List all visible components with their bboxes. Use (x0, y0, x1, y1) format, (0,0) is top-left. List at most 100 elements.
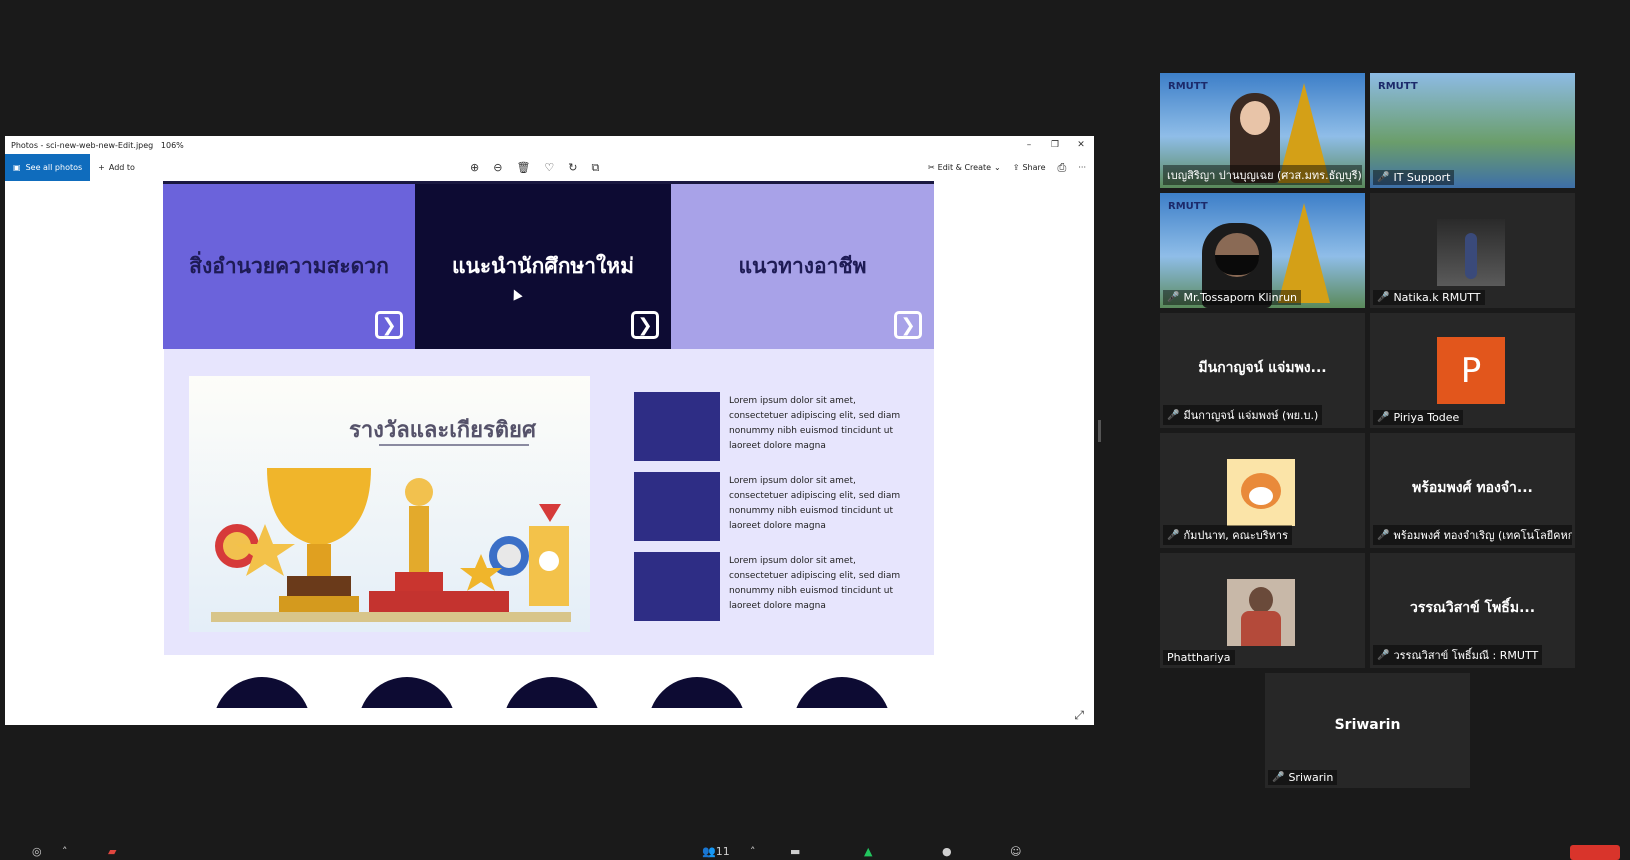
name-text: Phatthariya (1167, 651, 1231, 664)
card-text: Lorem ipsum dolor sit amet, consectetuer… (729, 476, 901, 531)
name-text: พร้อมพงศ์ ทองจำเริญ (เทคโนโลยีคหกรรม... (1393, 529, 1572, 542)
close-button[interactable]: ✕ (1068, 140, 1094, 150)
participant-name: 🎤 Natika.k RMUTT (1373, 290, 1485, 305)
ribbon-top (539, 504, 561, 522)
info-card: Lorem ipsum dolor sit amet, consectetuer… (634, 472, 914, 541)
name-text: กัมปนาท, คณะบริหาร (1183, 529, 1288, 542)
chat-icon[interactable]: ▬ (790, 845, 800, 858)
face-mask (1215, 255, 1259, 275)
name-text: Piriya Todee (1393, 411, 1460, 424)
participant-name: 🎤 มีนกาญจน์ แจ่มพงษ์ (พย.บ.) (1163, 405, 1323, 425)
chevron-right-icon: ❯ (894, 311, 922, 339)
participant-tile[interactable]: 🎤 Natika.k RMUTT (1370, 193, 1575, 308)
restore-button[interactable]: ❐ (1042, 140, 1068, 150)
trophies-illustration (211, 468, 571, 622)
participant-tile[interactable]: Sriwarin 🎤 Sriwarin (1265, 673, 1470, 788)
chevron-up-icon[interactable]: ˄ (62, 845, 68, 858)
photos-app-window: Photos - sci-new-web-new-Edit.jpeg 106% … (5, 136, 1094, 725)
trophy-base (287, 576, 351, 598)
share-icon: ⇪ (1012, 163, 1020, 172)
participant-display-name: มีนกาญจน์ แจ่มพง... (1198, 360, 1327, 376)
info-card: Lorem ipsum dolor sit amet, consectetuer… (634, 552, 914, 621)
share-button[interactable]: ⇪ Share (1013, 163, 1046, 172)
toolbar-right: ✂ Edit & Create ⌄ ⇪ Share ⎙ ··· (928, 154, 1086, 181)
participants-button[interactable]: 👥11 (702, 845, 730, 858)
mic-muted-icon: 🎤 (1377, 172, 1390, 183)
avatar: P (1437, 337, 1505, 404)
fullscreen-expand-icon[interactable]: ⤢ (1074, 708, 1084, 723)
participant-name: 🎤 IT Support (1373, 170, 1455, 185)
edit-create-label: Edit & Create (937, 163, 992, 172)
name-text: เบญสิริญา ปานบุญเฉย (ศวส.มทร.ธัญบุรี) (1167, 169, 1362, 182)
minimize-button[interactable]: – (1016, 140, 1042, 150)
participant-name: เบญสิริญา ปานบุญเฉย (ศวส.มทร.ธัญบุรี) (1163, 165, 1362, 185)
tile-new-students: แนะนำนักศึกษาใหม่ ❯ (415, 184, 671, 349)
mic-muted-icon: 🎤 (1377, 529, 1390, 541)
record-icon[interactable]: ● (942, 845, 952, 858)
card-image-placeholder (634, 472, 720, 541)
add-to-label: Add to (108, 163, 135, 172)
selfie-body (1241, 611, 1281, 646)
participant-tile[interactable]: RMUTT 🎤 IT Support (1370, 73, 1575, 188)
participant-tile[interactable]: P 🎤 Piriya Todee (1370, 313, 1575, 428)
zoom-level: 106% (160, 140, 184, 150)
participant-tile[interactable]: วรรณวิสาข์ โพธิ์ม... 🎤 วรรณวิสาข์ โพธิ์มณ… (1370, 553, 1575, 668)
card-text: Lorem ipsum dolor sit amet, consectetuer… (729, 556, 901, 611)
more-options-icon[interactable]: ··· (1078, 163, 1086, 172)
zoom-out-icon[interactable]: ⊖ (493, 161, 502, 174)
window-title: Photos - sci-new-web-new-Edit.jpeg 106% (11, 140, 184, 150)
figure-trophy-ball (405, 478, 433, 506)
delete-icon[interactable]: 🗑 (516, 161, 530, 174)
video-off-icon[interactable]: ▰ (108, 845, 116, 858)
participant-tile[interactable]: RMUTT 🎤 Mr.Tossaporn Klinrun (1160, 193, 1365, 308)
trophy-plinth (279, 596, 359, 612)
crop-icon[interactable]: ⧉ (592, 161, 600, 175)
name-text: Mr.Tossaporn Klinrun (1183, 291, 1298, 304)
split-drag-handle[interactable] (1098, 420, 1101, 442)
shield-hole (539, 551, 559, 571)
chevron-up-icon[interactable]: ˄ (750, 845, 756, 858)
rmutt-logo: RMUTT (1378, 81, 1418, 92)
tile-career: แนวทางอาชีพ ❯ (671, 184, 934, 349)
mic-muted-icon: 🎤 (1377, 412, 1390, 423)
rotate-icon[interactable]: ↻ (568, 161, 577, 174)
info-card: Lorem ipsum dolor sit amet, consectetuer… (634, 392, 914, 461)
share-screen-icon[interactable]: ▲ (864, 845, 872, 858)
participant-tile[interactable]: 🎤 กัมปนาท, คณะบริหาร (1160, 433, 1365, 548)
trophy-cup (267, 468, 371, 546)
card-text: Lorem ipsum dolor sit amet, consectetuer… (729, 396, 901, 451)
mic-muted-icon: 🎤 (1377, 649, 1390, 661)
participant-display-name: Sriwarin (1334, 717, 1401, 733)
participant-tile[interactable]: มีนกาญจน์ แจ่มพง... 🎤 มีนกาญจน์ แจ่มพงษ์ … (1160, 313, 1365, 428)
reactions-icon[interactable]: ☺ (1010, 845, 1021, 858)
edit-create-button[interactable]: ✂ Edit & Create ⌄ (928, 163, 1001, 172)
name-text: Natika.k RMUTT (1393, 291, 1481, 304)
name-text: วรรณวิสาข์ โพธิ์มณี : RMUTT (1393, 649, 1539, 662)
participant-tile[interactable]: พร้อมพงศ์ ทองจำ... 🎤 พร้อมพงศ์ ทองจำเริญ … (1370, 433, 1575, 548)
leave-button[interactable] (1570, 845, 1620, 860)
participant-tile[interactable]: RMUTT เบญสิริญา ปานบุญเฉย (ศวส.มทร.ธัญบุ… (1160, 73, 1365, 188)
see-all-photos-button[interactable]: ▣ See all photos (5, 154, 91, 181)
rmutt-logo: RMUTT (1168, 201, 1208, 212)
share-label: Share (1022, 163, 1046, 172)
participant-name: 🎤 Mr.Tossaporn Klinrun (1163, 290, 1302, 305)
chevron-right-icon: ❯ (631, 311, 659, 339)
profile-picture (1437, 219, 1505, 286)
see-all-label: See all photos (25, 163, 83, 172)
edit-icon: ✂ (927, 163, 935, 172)
zoom-in-icon[interactable]: ⊕ (470, 161, 479, 174)
participants-icon: 👥 (702, 845, 716, 858)
participant-tile[interactable]: Phatthariya (1160, 553, 1365, 668)
rosette-right-center (497, 544, 521, 568)
mute-audio-icon[interactable]: ◎ (32, 845, 42, 858)
chevron-right-icon: ❯ (375, 311, 403, 339)
participant-name: 🎤 วรรณวิสาข์ โพธิ์มณี : RMUTT (1373, 645, 1543, 665)
print-icon[interactable]: ⎙ (1058, 161, 1067, 175)
tile-label: แนวทางอาชีพ (738, 254, 867, 278)
image-tools: ⊕ ⊖ 🗑 ♡ ↻ ⧉ (470, 154, 599, 181)
rmutt-logo: RMUTT (1168, 81, 1208, 92)
meeting-controls-bar: ◎ ˄ ▰ 👥11 ˄ ▬ ▲ ● ☺ (0, 845, 1630, 860)
figure-trophy-body (409, 506, 429, 576)
add-to-button[interactable]: + Add to (98, 163, 135, 172)
favorite-icon[interactable]: ♡ (544, 161, 554, 174)
